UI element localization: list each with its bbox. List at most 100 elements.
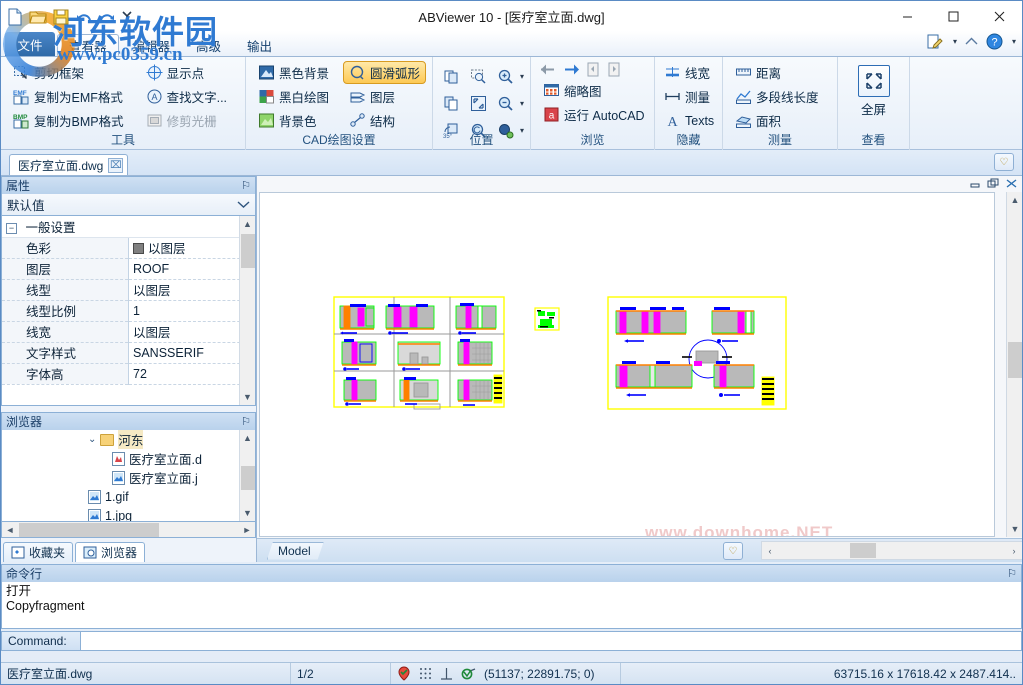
tree-item-image[interactable]: 1.jpg <box>2 506 255 522</box>
open-file-icon[interactable] <box>28 7 48 27</box>
crop-frame-button[interactable]: 剪切框架 <box>7 61 130 84</box>
scroll-left-icon[interactable]: ◄ <box>2 525 18 535</box>
browser-pin-icon[interactable]: ⚐ <box>241 415 251 428</box>
document-tab[interactable]: 医疗室立面.dwg ⌧ <box>9 154 128 175</box>
edit-pen-caret-icon[interactable]: ▾ <box>953 37 957 46</box>
property-value[interactable]: 以图层 <box>129 279 256 300</box>
help-icon[interactable]: ? <box>986 33 1003 50</box>
redo-icon[interactable] <box>97 7 117 27</box>
scroll-right-icon[interactable]: › <box>1006 546 1022 556</box>
scroll-down-icon[interactable]: ▼ <box>240 389 256 405</box>
zoom-out-icon[interactable] <box>492 90 518 116</box>
undo-icon[interactable] <box>74 7 94 27</box>
pan-page-icon[interactable] <box>439 63 465 89</box>
save-icon[interactable] <box>51 7 71 27</box>
mdi-minimize-icon[interactable] <box>969 178 982 189</box>
zoom-in-icon[interactable] <box>492 63 518 89</box>
zoom-out-caret-icon[interactable]: ▾ <box>520 99 524 108</box>
zoom-window-icon[interactable] <box>466 63 492 89</box>
fullscreen-button[interactable]: 全屏 <box>845 61 903 118</box>
browser-scrollbar[interactable]: ▲ ▼ <box>239 430 255 521</box>
run-autocad-button[interactable]: a 运行 AutoCAD <box>537 103 648 126</box>
browser-hscrollbar[interactable]: ◄ ► <box>1 522 256 538</box>
tree-expander-icon[interactable]: ⌄ <box>88 434 96 445</box>
hide-measure-button[interactable]: 测量 <box>661 85 716 108</box>
edit-pen-icon[interactable] <box>927 34 944 49</box>
model-tabs-chevron-icon[interactable]: ♡ <box>723 542 743 560</box>
next-file-icon[interactable] <box>606 61 623 78</box>
osnap-icon[interactable] <box>461 667 476 681</box>
mdi-close-icon[interactable] <box>1005 178 1018 189</box>
scroll-right-icon[interactable]: ► <box>239 525 255 535</box>
tab-browser[interactable]: 浏览器 <box>75 542 145 562</box>
background-color-button[interactable]: 背景色 <box>252 109 335 132</box>
properties-scrollbar[interactable]: ▲ ▼ <box>239 216 255 405</box>
chevron-down-icon[interactable] <box>237 200 250 209</box>
forward-arrow-icon[interactable] <box>562 61 581 78</box>
monochrome-button[interactable]: 黑白绘图 <box>252 85 335 108</box>
grid-icon[interactable] <box>419 667 432 680</box>
copy-emf-button[interactable]: EMF 复制为EMF格式 <box>7 85 130 108</box>
black-background-button[interactable]: 黑色背景 <box>252 61 335 84</box>
canvas-vertical-scrollbar[interactable]: ▲ ▼ <box>1006 192 1022 537</box>
properties-selector[interactable]: 默认值 <box>1 194 256 216</box>
tab-file[interactable]: 文件 <box>5 32 55 56</box>
show-points-button[interactable]: 显示点 <box>140 61 233 84</box>
structure-button[interactable]: 结构 <box>343 109 426 132</box>
tab-favorites[interactable]: 收藏夹 <box>3 542 73 562</box>
tab-viewer[interactable]: 查看器 <box>57 34 119 56</box>
property-value[interactable]: 以图层 <box>129 321 256 342</box>
back-arrow-icon[interactable] <box>539 61 558 78</box>
scrollbar-thumb[interactable] <box>1008 342 1022 378</box>
scrollbar-thumb[interactable] <box>241 234 255 268</box>
measure-distance-button[interactable]: 距离 <box>729 61 831 84</box>
scroll-up-icon[interactable]: ▲ <box>1007 192 1023 208</box>
scroll-down-icon[interactable]: ▼ <box>1007 521 1023 537</box>
browser-tree[interactable]: ⌄ 河东 医疗室立面.d 医疗室立面.j <box>1 430 256 522</box>
snap-icon[interactable] <box>397 666 411 681</box>
canvas-horizontal-scrollbar[interactable]: ‹ › <box>761 541 1023 560</box>
copy-bmp-button[interactable]: BMP 复制为BMP格式 <box>7 109 130 132</box>
property-value[interactable]: SANSSERIF <box>129 342 256 363</box>
smooth-arcs-button[interactable]: 圆滑弧形 <box>343 61 426 84</box>
layers-button[interactable]: 图层 <box>343 85 426 108</box>
hscrollbar-thumb[interactable] <box>850 543 876 558</box>
scroll-up-icon[interactable]: ▲ <box>240 216 256 232</box>
table-row[interactable]: 图层 ROOF <box>2 258 255 279</box>
command-pin-icon[interactable]: ⚐ <box>1007 567 1017 580</box>
hide-lineweight-button[interactable]: 线宽 <box>661 61 716 84</box>
customize-icon[interactable] <box>120 7 140 27</box>
tab-editor[interactable]: 编辑器 <box>121 34 183 56</box>
table-row[interactable]: 线型 以图层 <box>2 279 255 300</box>
table-row[interactable]: 字体高 72 <box>2 363 255 384</box>
fit-page-icon[interactable] <box>439 90 465 116</box>
scroll-up-icon[interactable]: ▲ <box>240 430 256 446</box>
tab-output[interactable]: 输出 <box>235 34 284 56</box>
command-input[interactable] <box>81 631 1022 651</box>
property-value[interactable]: 72 <box>129 363 256 384</box>
trim-raster-button[interactable]: 修剪光栅 <box>140 109 233 132</box>
previous-file-icon[interactable] <box>585 61 602 78</box>
property-value[interactable]: ROOF <box>129 258 256 279</box>
measure-polyline-button[interactable]: 多段线长度 <box>729 85 831 108</box>
measure-area-button[interactable]: 面积 <box>729 109 831 132</box>
ortho-icon[interactable] <box>440 667 453 680</box>
tree-item-cad[interactable]: 医疗室立面.d <box>2 449 255 468</box>
tab-model[interactable]: Model <box>267 542 324 560</box>
hide-texts-button[interactable]: A Texts <box>661 109 716 132</box>
cad-canvas[interactable]: www.downhome.NET <box>259 192 995 537</box>
minimize-button[interactable] <box>884 1 930 31</box>
zoom-in-caret-icon[interactable]: ▾ <box>520 72 524 81</box>
zoom-extents-icon[interactable] <box>466 90 492 116</box>
tab-advanced[interactable]: 高级 <box>184 34 233 56</box>
scroll-left-icon[interactable]: ‹ <box>762 546 778 556</box>
mdi-restore-icon[interactable] <box>987 178 1000 189</box>
document-tabs-chevron-icon[interactable]: ♡ <box>994 153 1014 171</box>
table-row[interactable]: 线宽 以图层 <box>2 321 255 342</box>
find-text-button[interactable]: A 查找文字... <box>140 85 233 108</box>
scrollbar-thumb[interactable] <box>241 466 255 490</box>
properties-group-row[interactable]: − 一般设置 <box>2 216 255 237</box>
collapse-expander-icon[interactable]: − <box>6 223 17 234</box>
scroll-down-icon[interactable]: ▼ <box>240 505 256 521</box>
tree-item-image[interactable]: 医疗室立面.j <box>2 468 255 487</box>
